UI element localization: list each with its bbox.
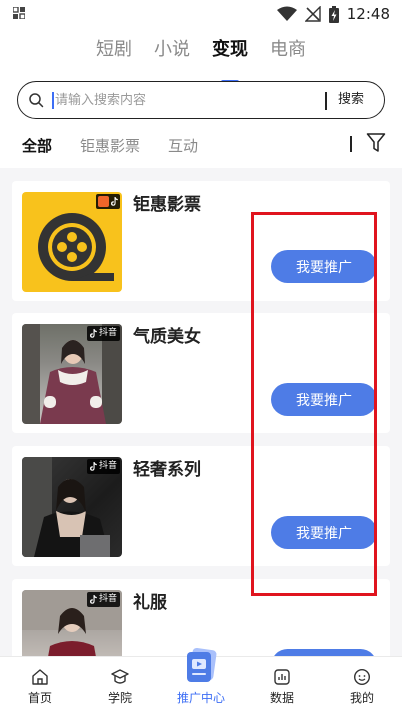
nav-profile[interactable]: 我的 <box>332 657 392 714</box>
filter-icon[interactable] <box>366 132 386 154</box>
clock-time: 12:48 <box>346 5 390 23</box>
category-tabs: 全部 钜惠影票 互动 <box>22 132 198 158</box>
card-title: 礼服 <box>133 593 167 613</box>
battery-charging-icon <box>328 5 339 23</box>
status-bar: 12:48 <box>0 0 402 28</box>
category-tab-all[interactable]: 全部 <box>22 135 52 156</box>
search-button[interactable]: 搜索 <box>338 90 364 110</box>
nav-label: 我的 <box>349 691 374 705</box>
nav-label: 学院 <box>107 691 132 705</box>
promo-card: 钜惠影票 我要推广 <box>12 181 390 301</box>
search-icon <box>29 93 44 108</box>
nav-label: 推广中心 <box>176 691 225 705</box>
tiktok-icon <box>89 329 97 338</box>
promote-button[interactable]: 我要推广 <box>271 250 377 283</box>
status-indicators: 12:48 <box>276 4 390 24</box>
category-tab-interactive[interactable]: 互动 <box>168 135 198 156</box>
academy-icon <box>111 669 129 684</box>
nav-label: 数据 <box>269 691 294 705</box>
card-thumbnail: 抖音 <box>22 457 122 557</box>
bottom-navigation: 首页 学院 推广中心 数据 我的 <box>0 647 402 714</box>
nav-home[interactable]: 首页 <box>10 657 70 714</box>
promote-button[interactable]: 我要推广 <box>271 383 377 416</box>
search-bar: 搜索 <box>17 81 385 119</box>
card-thumbnail <box>22 192 122 292</box>
app-notification-icon <box>13 7 25 19</box>
tab-monetize[interactable]: 变现 <box>210 36 250 76</box>
text-cursor <box>52 92 54 109</box>
mini-app-icon <box>98 196 109 207</box>
app-screen: 12:48 短剧 小说 变现 电商 搜索 全部 钜惠影票 互动 <box>0 0 402 714</box>
card-title: 钜惠影票 <box>133 195 201 215</box>
platform-label: 抖音 <box>98 594 117 604</box>
platform-badge: 抖音 <box>86 326 120 341</box>
card-title: 轻奢系列 <box>133 460 201 480</box>
card-title: 气质美女 <box>133 327 201 347</box>
top-tab-bar: 短剧 小说 变现 电商 <box>0 36 402 76</box>
platform-badge <box>96 194 120 209</box>
profile-icon <box>353 668 371 686</box>
tiktok-icon <box>89 462 97 471</box>
search-input[interactable] <box>55 89 320 111</box>
platform-label: 抖音 <box>98 328 117 338</box>
platform-badge: 抖音 <box>86 592 120 607</box>
filter-divider <box>350 136 352 152</box>
nav-data[interactable]: 数据 <box>252 657 312 714</box>
promo-card: 抖音 气质美女 我要推广 <box>12 313 390 433</box>
search-divider <box>325 92 327 110</box>
platform-badge: 抖音 <box>86 459 120 474</box>
nav-promotion-center[interactable]: 推广中心 <box>171 647 231 714</box>
promo-card: 抖音 轻奢系列 我要推广 <box>12 446 390 566</box>
tab-short-drama[interactable]: 短剧 <box>94 36 134 76</box>
promote-button[interactable]: 我要推广 <box>271 516 377 549</box>
home-icon <box>32 669 48 685</box>
category-tab-tickets[interactable]: 钜惠影票 <box>80 135 140 156</box>
wifi-icon <box>276 6 297 21</box>
card-thumbnail: 抖音 <box>22 324 122 424</box>
platform-label: 抖音 <box>98 461 117 471</box>
tab-novel[interactable]: 小说 <box>152 36 192 76</box>
promotion-center-icon <box>187 647 217 682</box>
nav-label: 首页 <box>27 691 52 705</box>
header: 短剧 小说 变现 电商 搜索 全部 钜惠影票 互动 <box>0 28 402 168</box>
tiktok-icon <box>111 197 118 206</box>
tab-ecommerce[interactable]: 电商 <box>268 36 308 76</box>
nav-academy[interactable]: 学院 <box>90 657 150 714</box>
tiktok-icon <box>89 595 97 604</box>
no-signal-icon <box>304 6 321 22</box>
data-icon <box>274 669 290 685</box>
